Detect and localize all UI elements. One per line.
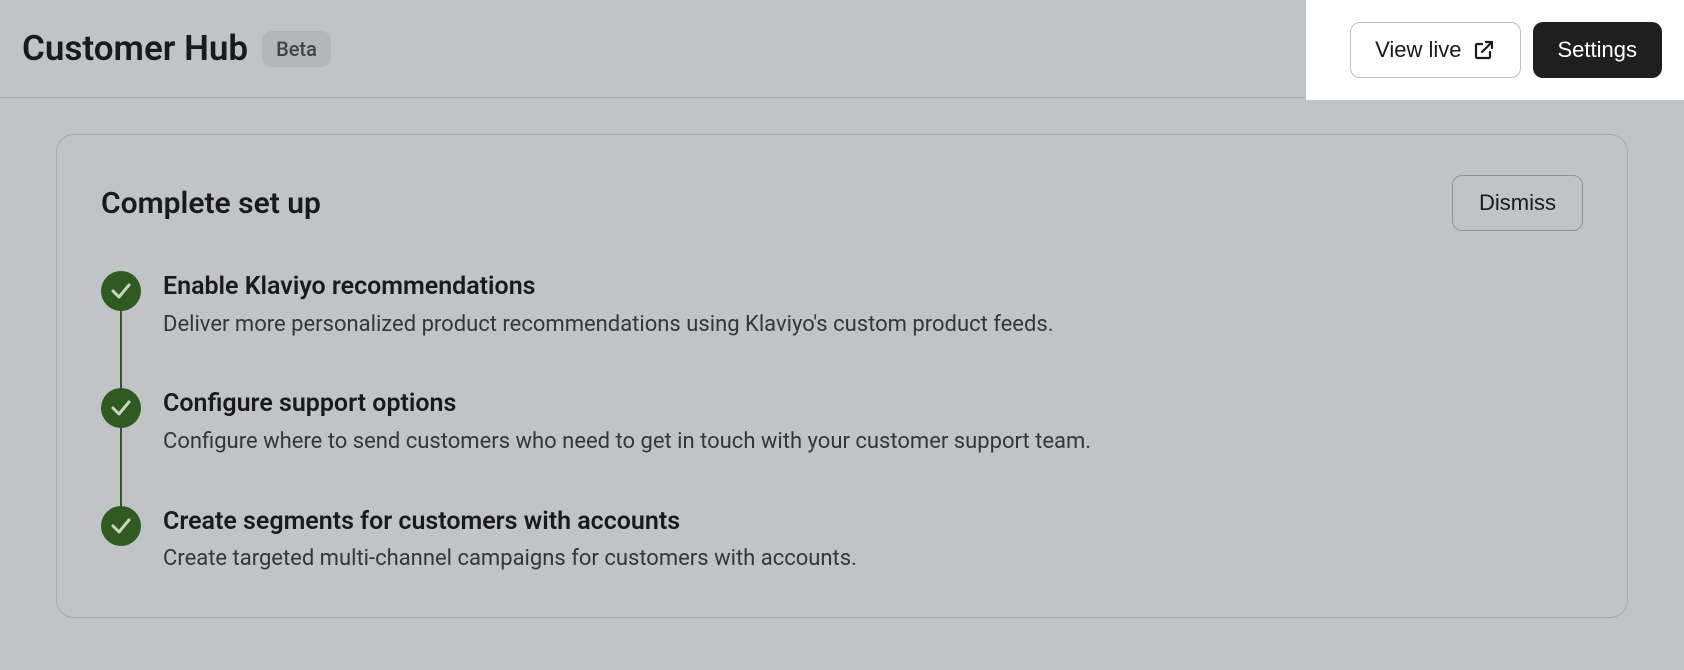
step-title: Enable Klaviyo recommendations	[163, 271, 1583, 304]
step-body: Enable Klaviyo recommendations Deliver m…	[163, 271, 1583, 340]
check-icon	[101, 271, 141, 311]
settings-button[interactable]: Settings	[1533, 22, 1663, 78]
setup-card-title: Complete set up	[101, 186, 321, 221]
step-connector	[120, 309, 122, 392]
setup-step: Create segments for customers with accou…	[101, 506, 1583, 575]
step-body: Configure support options Configure wher…	[163, 388, 1583, 457]
view-live-button[interactable]: View live	[1350, 22, 1520, 78]
beta-badge: Beta	[262, 31, 331, 67]
step-connector	[120, 426, 122, 509]
setup-steps: Enable Klaviyo recommendations Deliver m…	[101, 271, 1583, 575]
step-description: Configure where to send customers who ne…	[163, 427, 1583, 458]
page-title: Customer Hub	[22, 28, 248, 69]
step-title: Create segments for customers with accou…	[163, 506, 1583, 539]
setup-step: Configure support options Configure wher…	[101, 388, 1583, 505]
step-description: Create targeted multi-channel campaigns …	[163, 544, 1583, 575]
header-actions: View live Settings	[1306, 0, 1684, 100]
setup-step: Enable Klaviyo recommendations Deliver m…	[101, 271, 1583, 388]
check-icon	[101, 506, 141, 546]
step-description: Deliver more personalized product recomm…	[163, 310, 1583, 341]
setup-card: Complete set up Dismiss Enable Klaviyo r…	[56, 134, 1628, 618]
header-left: Customer Hub Beta	[22, 28, 331, 69]
step-title: Configure support options	[163, 388, 1583, 421]
external-link-icon	[1472, 38, 1496, 62]
settings-label: Settings	[1558, 37, 1638, 63]
view-live-label: View live	[1375, 37, 1461, 63]
dismiss-button[interactable]: Dismiss	[1452, 175, 1583, 231]
check-icon	[101, 388, 141, 428]
step-body: Create segments for customers with accou…	[163, 506, 1583, 575]
setup-card-header: Complete set up Dismiss	[101, 175, 1583, 231]
